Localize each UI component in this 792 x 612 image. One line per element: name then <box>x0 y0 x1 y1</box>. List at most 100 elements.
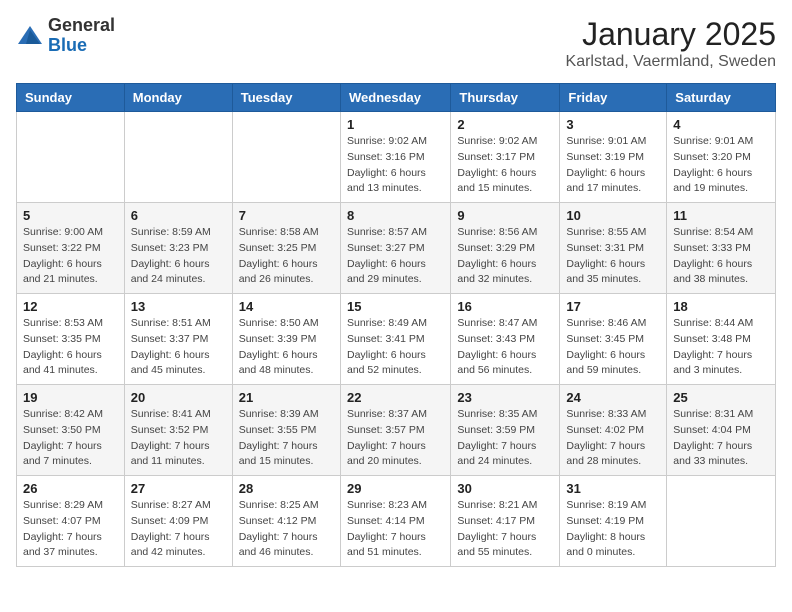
day-number: 1 <box>347 117 444 132</box>
calendar-cell: 20Sunrise: 8:41 AM Sunset: 3:52 PM Dayli… <box>124 385 232 476</box>
calendar-cell: 31 Sunrise: 8:19 AM Sunset: 4:19 PM Dayli… <box>560 476 667 567</box>
calendar-week-0: 1 Sunrise: 9:02 AM Sunset: 3:16 PM Daylig… <box>17 112 776 203</box>
calendar-cell: 24 Sunrise: 8:33 AM Sunset: 4:02 PM Dayli… <box>560 385 667 476</box>
calendar-cell: 18Sunrise: 8:44 AM Sunset: 3:48 PM Dayli… <box>667 294 776 385</box>
calendar-cell: 6 Sunrise: 8:59 AM Sunset: 3:23 PM Daylig… <box>124 203 232 294</box>
day-info: Sunrise: 8:21 AM Sunset: 4:17 PM Dayligh… <box>457 498 553 561</box>
calendar-cell: 26 Sunrise: 8:29 AM Sunset: 4:07 PM Dayli… <box>17 476 125 567</box>
day-number: 10 <box>566 208 660 223</box>
calendar-table: SundayMondayTuesdayWednesdayThursdayFrid… <box>16 83 776 567</box>
calendar-cell: 25 Sunrise: 8:31 AM Sunset: 4:04 PM Dayli… <box>667 385 776 476</box>
day-number: 31 <box>566 481 660 496</box>
day-info: Sunrise: 8:57 AM Sunset: 3:27 PM Dayligh… <box>347 225 444 288</box>
day-number: 11 <box>673 208 769 223</box>
calendar-cell <box>124 112 232 203</box>
day-number: 9 <box>457 208 553 223</box>
calendar-cell: 22Sunrise: 8:37 AM Sunset: 3:57 PM Dayli… <box>340 385 450 476</box>
day-number: 22 <box>347 390 444 405</box>
day-number: 3 <box>566 117 660 132</box>
logo-text: General Blue <box>48 16 115 56</box>
calendar-cell: 16 Sunrise: 8:47 AM Sunset: 3:43 PM Dayli… <box>451 294 560 385</box>
day-number: 15 <box>347 299 444 314</box>
weekday-header-tuesday: Tuesday <box>232 84 340 112</box>
day-number: 5 <box>23 208 118 223</box>
day-info: Sunrise: 8:59 AM Sunset: 3:23 PM Dayligh… <box>131 225 226 288</box>
day-info: Sunrise: 8:51 AM Sunset: 3:37 PM Dayligh… <box>131 316 226 379</box>
day-info: Sunrise: 8:55 AM Sunset: 3:31 PM Dayligh… <box>566 225 660 288</box>
calendar-cell: 5Sunrise: 9:00 AM Sunset: 3:22 PM Daylig… <box>17 203 125 294</box>
calendar-cell: 14Sunrise: 8:50 AM Sunset: 3:39 PM Dayli… <box>232 294 340 385</box>
month-title: January 2025 <box>566 16 776 53</box>
day-info: Sunrise: 8:42 AM Sunset: 3:50 PM Dayligh… <box>23 407 118 470</box>
calendar-cell: 12 Sunrise: 8:53 AM Sunset: 3:35 PM Dayli… <box>17 294 125 385</box>
day-number: 26 <box>23 481 118 496</box>
calendar-cell: 27 Sunrise: 8:27 AM Sunset: 4:09 PM Dayli… <box>124 476 232 567</box>
day-number: 13 <box>131 299 226 314</box>
location-title: Karlstad, Vaermland, Sweden <box>566 53 776 71</box>
weekday-header-monday: Monday <box>124 84 232 112</box>
calendar-cell: 11 Sunrise: 8:54 AM Sunset: 3:33 PM Dayli… <box>667 203 776 294</box>
calendar-cell: 9Sunrise: 8:56 AM Sunset: 3:29 PM Daylig… <box>451 203 560 294</box>
calendar-cell: 19Sunrise: 8:42 AM Sunset: 3:50 PM Dayli… <box>17 385 125 476</box>
logo: General Blue <box>16 16 115 56</box>
calendar-cell: 28 Sunrise: 8:25 AM Sunset: 4:12 PM Dayli… <box>232 476 340 567</box>
day-number: 30 <box>457 481 553 496</box>
day-info: Sunrise: 8:46 AM Sunset: 3:45 PM Dayligh… <box>566 316 660 379</box>
day-info: Sunrise: 9:01 AM Sunset: 3:19 PM Dayligh… <box>566 134 660 197</box>
page-header: General Blue January 2025 Karlstad, Vaer… <box>16 16 776 71</box>
day-number: 14 <box>239 299 334 314</box>
day-info: Sunrise: 8:35 AM Sunset: 3:59 PM Dayligh… <box>457 407 553 470</box>
title-block: January 2025 Karlstad, Vaermland, Sweden <box>566 16 776 71</box>
calendar-week-2: 12 Sunrise: 8:53 AM Sunset: 3:35 PM Dayli… <box>17 294 776 385</box>
logo-icon <box>16 22 44 50</box>
weekday-header-saturday: Saturday <box>667 84 776 112</box>
day-number: 29 <box>347 481 444 496</box>
day-number: 16 <box>457 299 553 314</box>
day-number: 24 <box>566 390 660 405</box>
calendar-cell: 8 Sunrise: 8:57 AM Sunset: 3:27 PM Daylig… <box>340 203 450 294</box>
weekday-header-thursday: Thursday <box>451 84 560 112</box>
day-number: 25 <box>673 390 769 405</box>
calendar-cell <box>667 476 776 567</box>
day-number: 17 <box>566 299 660 314</box>
day-number: 8 <box>347 208 444 223</box>
day-info: Sunrise: 8:19 AM Sunset: 4:19 PM Dayligh… <box>566 498 660 561</box>
day-info: Sunrise: 9:02 AM Sunset: 3:16 PM Dayligh… <box>347 134 444 197</box>
day-number: 27 <box>131 481 226 496</box>
calendar-cell <box>17 112 125 203</box>
calendar-cell: 17 Sunrise: 8:46 AM Sunset: 3:45 PM Dayli… <box>560 294 667 385</box>
day-number: 7 <box>239 208 334 223</box>
day-number: 18 <box>673 299 769 314</box>
day-info: Sunrise: 8:27 AM Sunset: 4:09 PM Dayligh… <box>131 498 226 561</box>
day-info: Sunrise: 8:31 AM Sunset: 4:04 PM Dayligh… <box>673 407 769 470</box>
calendar-cell: 1 Sunrise: 9:02 AM Sunset: 3:16 PM Daylig… <box>340 112 450 203</box>
day-info: Sunrise: 9:02 AM Sunset: 3:17 PM Dayligh… <box>457 134 553 197</box>
day-info: Sunrise: 9:01 AM Sunset: 3:20 PM Dayligh… <box>673 134 769 197</box>
day-number: 6 <box>131 208 226 223</box>
day-number: 20 <box>131 390 226 405</box>
calendar-cell: 29Sunrise: 8:23 AM Sunset: 4:14 PM Dayli… <box>340 476 450 567</box>
calendar-cell: 23 Sunrise: 8:35 AM Sunset: 3:59 PM Dayli… <box>451 385 560 476</box>
calendar-cell: 4Sunrise: 9:01 AM Sunset: 3:20 PM Daylig… <box>667 112 776 203</box>
day-info: Sunrise: 8:29 AM Sunset: 4:07 PM Dayligh… <box>23 498 118 561</box>
day-info: Sunrise: 8:47 AM Sunset: 3:43 PM Dayligh… <box>457 316 553 379</box>
day-info: Sunrise: 8:25 AM Sunset: 4:12 PM Dayligh… <box>239 498 334 561</box>
weekday-header-wednesday: Wednesday <box>340 84 450 112</box>
day-number: 21 <box>239 390 334 405</box>
weekday-header-row: SundayMondayTuesdayWednesdayThursdayFrid… <box>17 84 776 112</box>
calendar-cell: 3 Sunrise: 9:01 AM Sunset: 3:19 PM Daylig… <box>560 112 667 203</box>
day-info: Sunrise: 8:33 AM Sunset: 4:02 PM Dayligh… <box>566 407 660 470</box>
day-info: Sunrise: 8:58 AM Sunset: 3:25 PM Dayligh… <box>239 225 334 288</box>
day-number: 28 <box>239 481 334 496</box>
calendar-cell: 30 Sunrise: 8:21 AM Sunset: 4:17 PM Dayli… <box>451 476 560 567</box>
calendar-cell: 15 Sunrise: 8:49 AM Sunset: 3:41 PM Dayli… <box>340 294 450 385</box>
day-number: 23 <box>457 390 553 405</box>
calendar-cell: 7 Sunrise: 8:58 AM Sunset: 3:25 PM Daylig… <box>232 203 340 294</box>
calendar-week-3: 19Sunrise: 8:42 AM Sunset: 3:50 PM Dayli… <box>17 385 776 476</box>
day-info: Sunrise: 8:53 AM Sunset: 3:35 PM Dayligh… <box>23 316 118 379</box>
day-info: Sunrise: 8:49 AM Sunset: 3:41 PM Dayligh… <box>347 316 444 379</box>
day-info: Sunrise: 8:54 AM Sunset: 3:33 PM Dayligh… <box>673 225 769 288</box>
logo-general-text: General <box>48 16 115 36</box>
calendar-cell: 21Sunrise: 8:39 AM Sunset: 3:55 PM Dayli… <box>232 385 340 476</box>
day-number: 12 <box>23 299 118 314</box>
